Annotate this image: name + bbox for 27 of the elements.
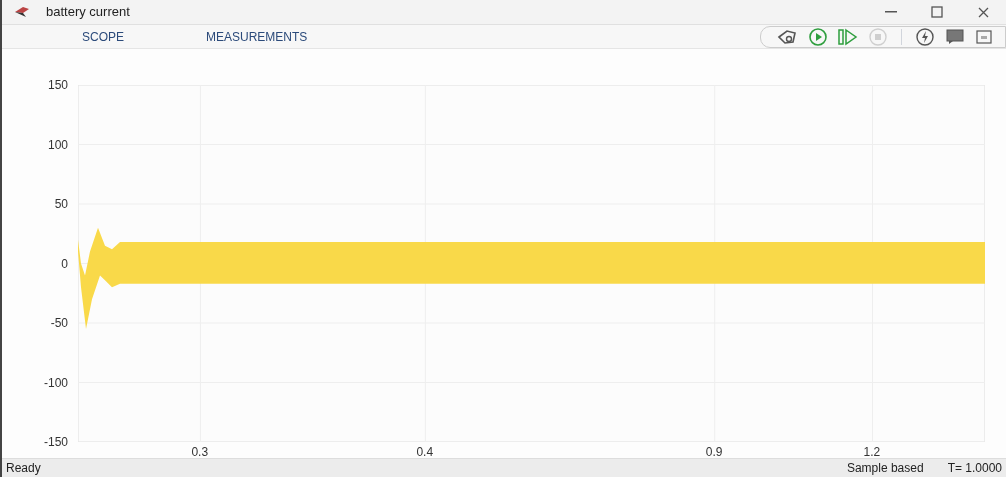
status-text: Ready (6, 460, 41, 477)
y-tick-label: -150 (42, 436, 68, 448)
x-tick-label: 1.2 (863, 446, 881, 458)
run-icon[interactable] (808, 26, 828, 47)
display-icon[interactable] (944, 27, 966, 46)
y-tick-label: -100 (42, 376, 68, 389)
simulation-time: T= 1.0000 (947, 460, 1002, 477)
minimize-icon (885, 11, 897, 13)
x-tick-label: 0.9 (705, 446, 723, 458)
x-tick-label: 0.3 (191, 446, 209, 458)
toolstrip-tab[interactable]: MEASUREMENTS (206, 27, 308, 46)
y-tick-label: 50 (53, 198, 68, 210)
step-forward-icon[interactable] (837, 27, 859, 46)
lightning-icon[interactable] (915, 26, 935, 47)
y-tick-label: -50 (49, 317, 68, 329)
x-tick-label: 0.4 (416, 446, 434, 458)
sample-mode: Sample based (846, 460, 924, 477)
y-tick-label: 150 (46, 79, 68, 91)
y-tick-label: 0 (60, 257, 68, 270)
close-icon (977, 6, 989, 18)
maximize-icon (931, 6, 943, 18)
toolstrip-tab[interactable]: SCOPE (82, 27, 124, 46)
app-icon (14, 6, 30, 18)
window-title: battery current (46, 3, 130, 22)
layout-icon[interactable] (975, 28, 993, 45)
y-tick-label: 100 (46, 138, 68, 151)
settings-icon[interactable] (777, 27, 799, 46)
